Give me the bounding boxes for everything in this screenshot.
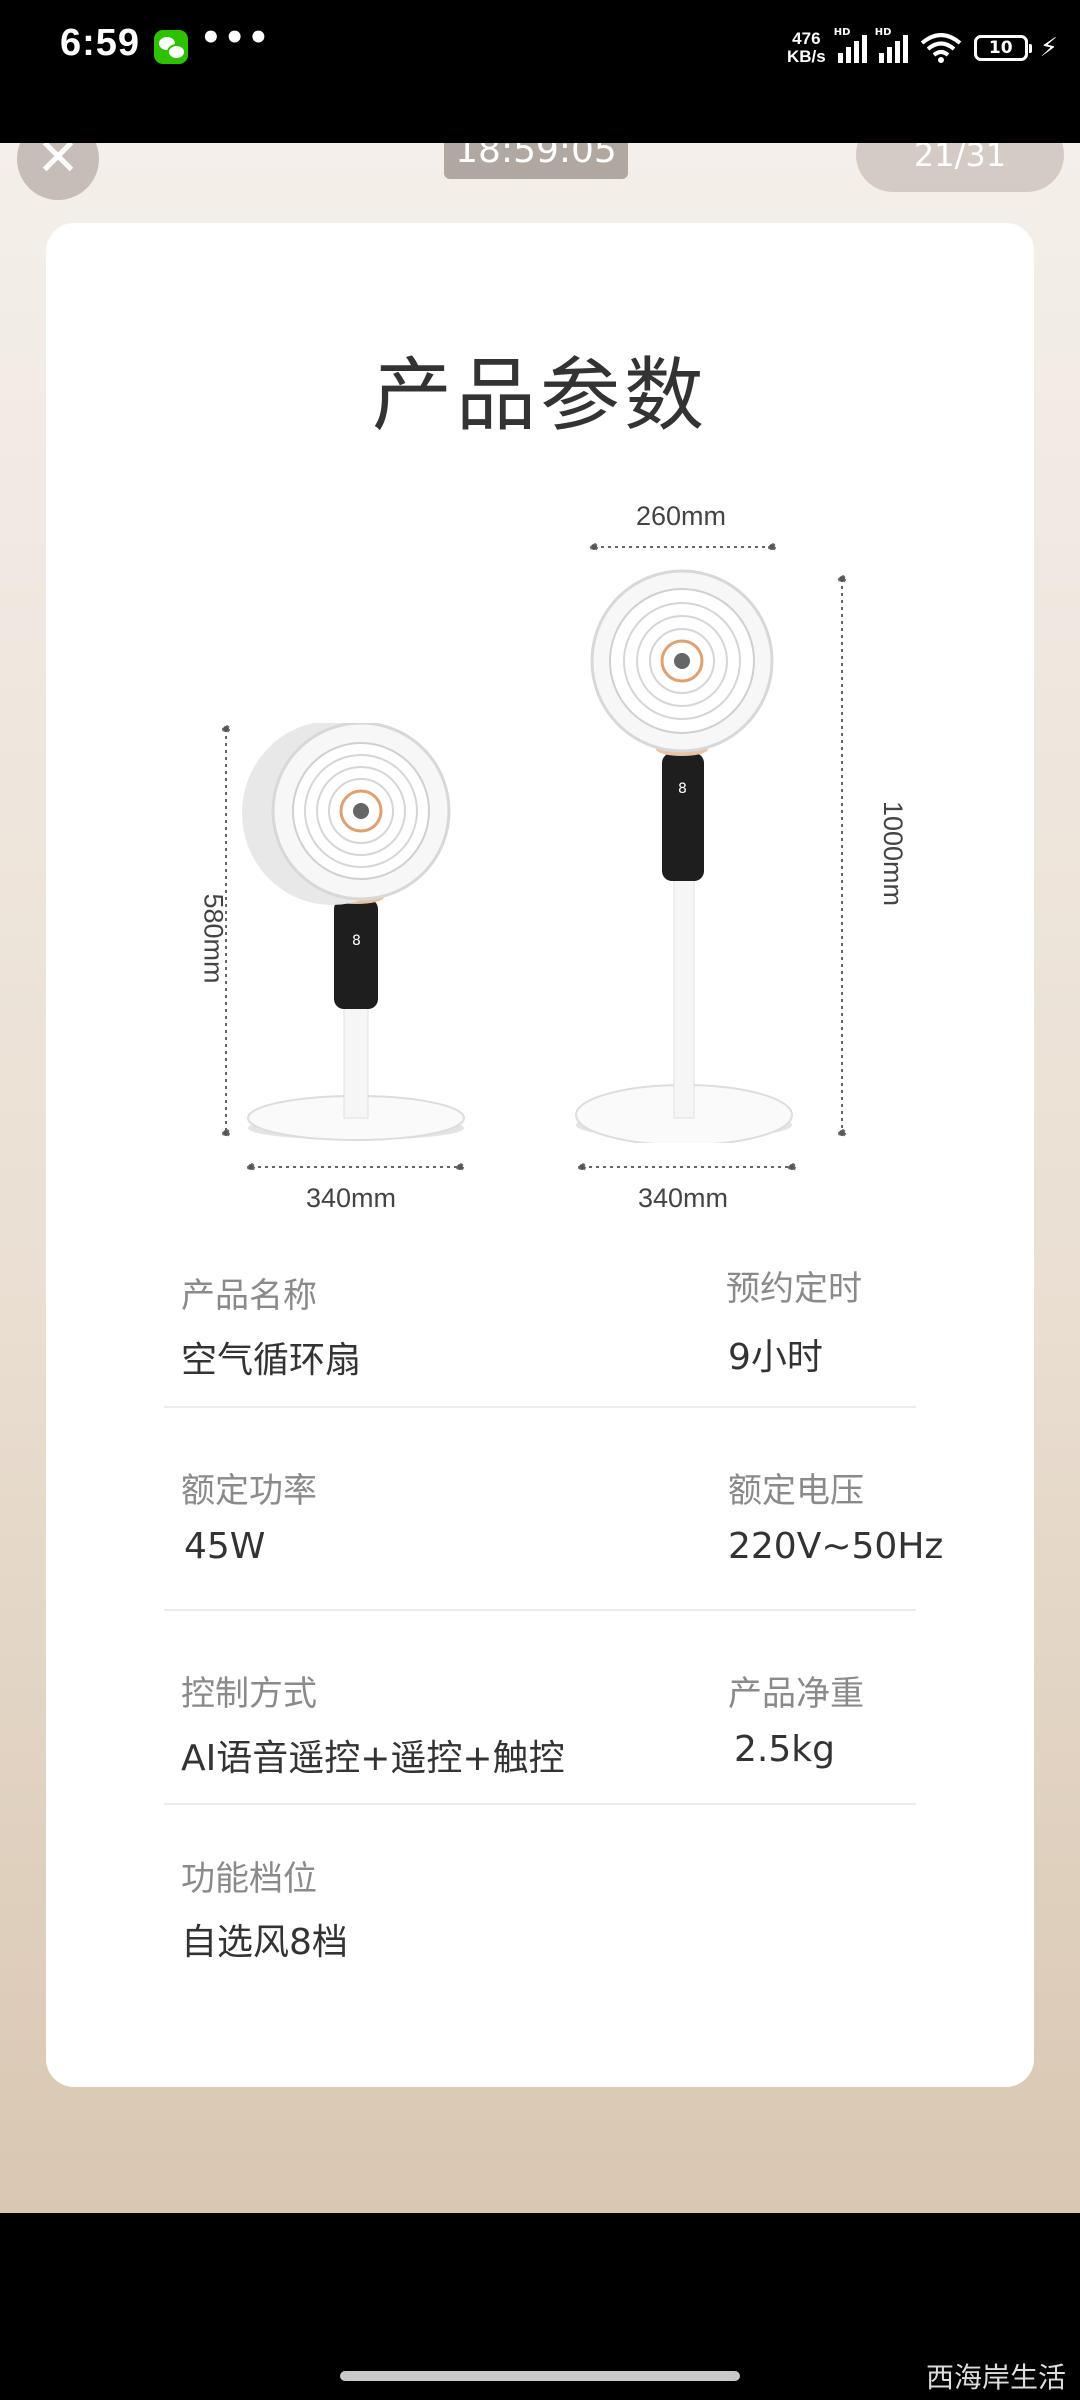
large-fan-height: 1000mm [878, 800, 909, 907]
large-fan-image: 8 [575, 569, 793, 1143]
status-time: 6:59 [60, 22, 141, 64]
spec-label-product-name: 产品名称 [181, 1276, 317, 1316]
network-speed-value: 476 [792, 29, 821, 48]
signal-2-icon: HD [875, 27, 908, 63]
spec-value-speed-levels: 自选风8档 [181, 1922, 348, 1963]
image-viewer[interactable]: ✕ 18:59:05 21/31 产品参数 580mm 340mm 260mm … [0, 143, 1080, 2213]
spec-label-control: 控制方式 [181, 1674, 317, 1714]
dimension-lines [222, 543, 846, 1171]
network-speed-unit: KB/s [787, 47, 826, 66]
battery-icon: 10 [973, 35, 1032, 61]
svg-text:8: 8 [352, 933, 361, 949]
spec-label-voltage: 额定电压 [728, 1471, 864, 1511]
signal-1-icon: HD [834, 27, 867, 63]
timestamp-badge: 18:59:05 [444, 143, 628, 179]
page-counter: 21/31 [856, 143, 1064, 192]
wifi-icon [920, 33, 962, 63]
spec-divider [164, 1406, 916, 1408]
spec-value-power: 45W [184, 1526, 266, 1567]
spec-divider [164, 1803, 916, 1805]
hd-2-label: HD [874, 27, 892, 38]
spec-label-power: 额定功率 [181, 1471, 317, 1511]
home-indicator[interactable] [340, 2371, 740, 2381]
wechat-icon [154, 30, 188, 64]
spec-value-voltage: 220V~50Hz [728, 1526, 944, 1567]
large-fan-width: 340mm [638, 1183, 729, 1213]
svg-text:8: 8 [678, 781, 687, 797]
network-speed: 476 KB/s [787, 30, 826, 66]
spec-divider [164, 1609, 916, 1611]
large-fan-head-width: 260mm [636, 501, 727, 531]
small-fan-image: 8 [242, 723, 465, 1141]
spec-value-timer: 9小时 [728, 1337, 823, 1378]
more-notifications-icon: ••• [200, 18, 272, 58]
spec-value-product-name: 空气循环扇 [181, 1340, 362, 1381]
status-right-group: 476 KB/s HD HD 10 ⚡ [787, 26, 1058, 70]
charging-icon: ⚡ [1039, 33, 1058, 63]
small-fan-width: 340mm [306, 1183, 397, 1213]
product-spec-card: 产品参数 580mm 340mm 260mm 1000mm 340mm 8 8 … [46, 223, 1034, 2087]
watermark: 西海岸生活 [925, 2361, 1066, 2394]
spec-label-speed-levels: 功能档位 [181, 1859, 317, 1899]
status-bar: 6:59 ••• 476 KB/s HD HD 10 ⚡ [0, 0, 1080, 143]
spec-label-timer: 预约定时 [726, 1269, 862, 1309]
close-button[interactable]: ✕ [17, 143, 99, 200]
small-fan-height: 580mm [198, 893, 229, 984]
spec-label-weight: 产品净重 [728, 1674, 864, 1714]
hd-1-label: HD [833, 27, 851, 38]
spec-value-control: AI语音遥控+遥控+触控 [181, 1738, 565, 1779]
spec-value-weight: 2.5kg [734, 1729, 835, 1770]
